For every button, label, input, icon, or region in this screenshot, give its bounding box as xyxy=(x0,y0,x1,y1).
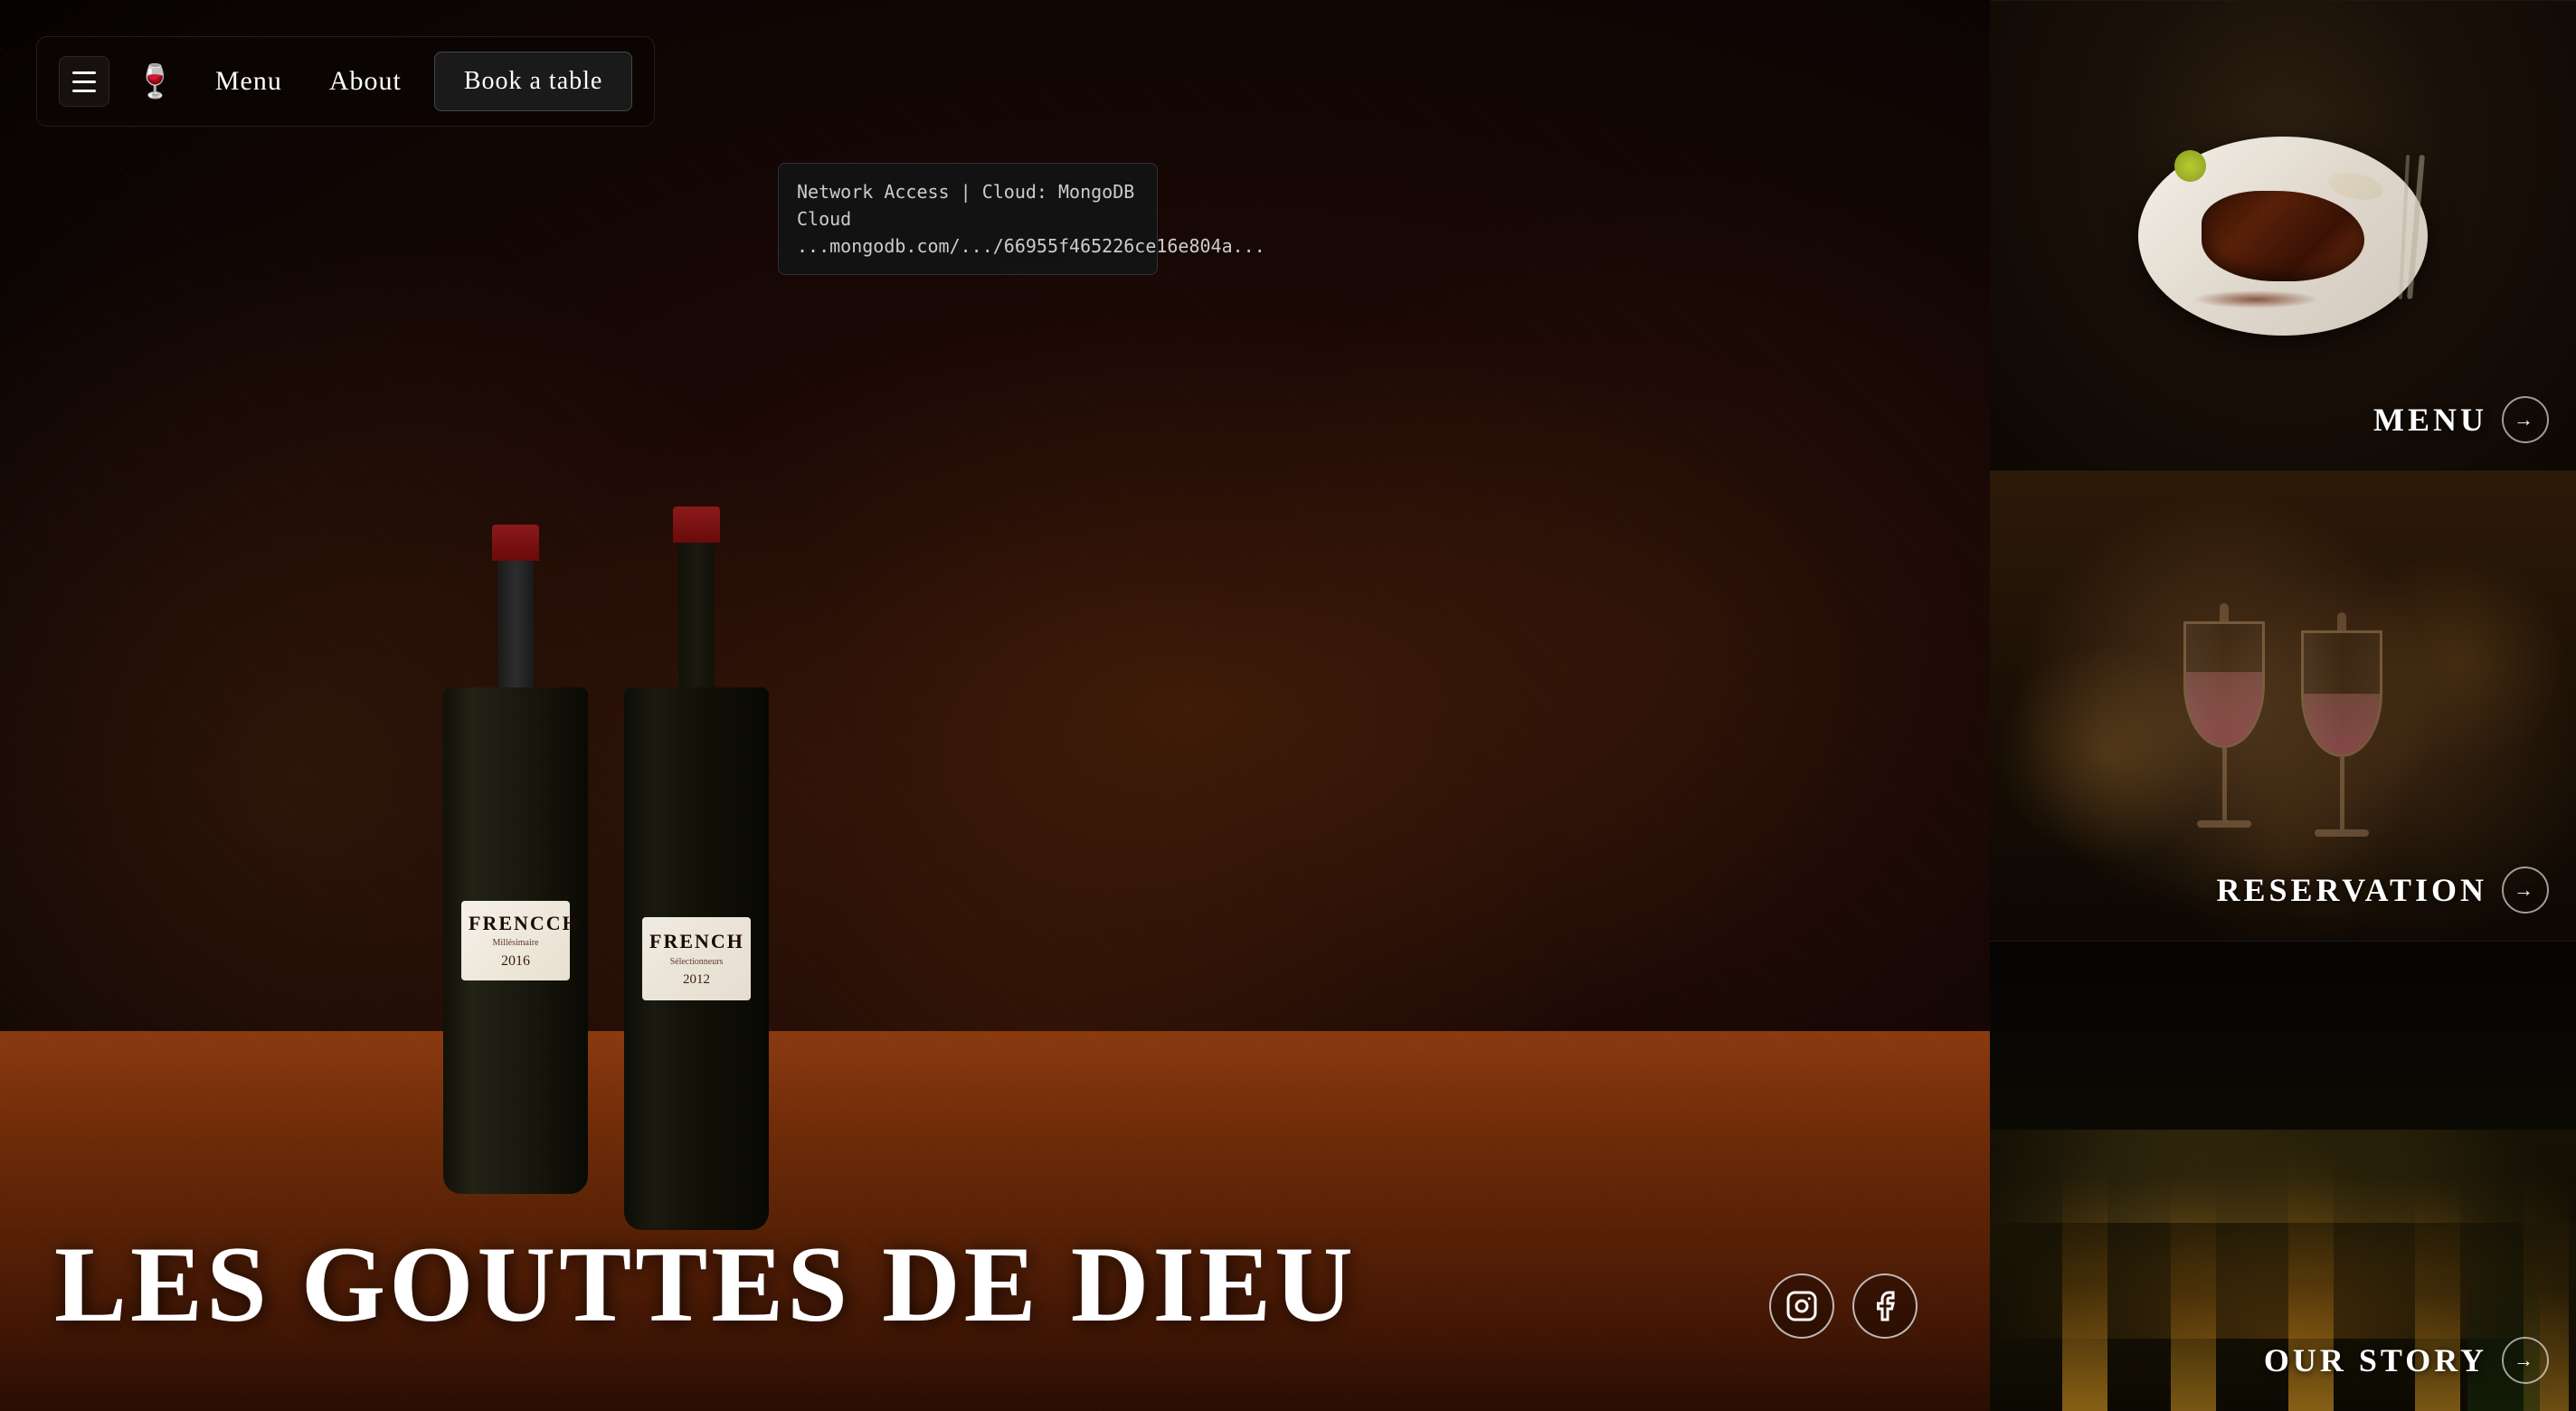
bottle-cap-right xyxy=(673,507,720,543)
bottle-left-year: 2016 xyxy=(469,953,563,970)
bottle-left-brand: FRENCCH xyxy=(469,912,563,935)
bottle-neck-left xyxy=(497,561,534,687)
story-card[interactable]: OUR STORY → xyxy=(1990,941,2576,1411)
tooltip-line1: Network Access | Cloud: MongoDB Cloud xyxy=(797,178,1139,232)
glass-bowl-1 xyxy=(2183,621,2265,748)
plate xyxy=(2138,137,2428,336)
food-item xyxy=(2202,191,2364,281)
reservation-arrow-button[interactable]: → xyxy=(2502,866,2549,914)
lime xyxy=(2174,150,2206,182)
bottle-right-year: 2012 xyxy=(649,972,743,988)
bottle-cap-left xyxy=(492,525,539,561)
facebook-icon[interactable] xyxy=(1852,1274,1918,1339)
bottle-label-left: FRENCCH Millésimaire 2016 xyxy=(461,901,570,980)
menu-arrow-icon: → xyxy=(2514,408,2537,431)
story-label-text: OUR STORY xyxy=(2264,1341,2487,1379)
right-panel: MENU → xyxy=(1990,0,2576,1411)
plant-silhouette xyxy=(2467,1230,2540,1411)
garnish xyxy=(2328,173,2382,200)
wine-bottle-left: FRENCCH Millésimaire 2016 xyxy=(434,525,597,1230)
bottle-body-left: FRENCCH Millésimaire 2016 xyxy=(443,687,588,1194)
wine-glass-1 xyxy=(2183,603,2265,828)
glass-bowl-2 xyxy=(2301,630,2382,757)
story-card-label[interactable]: OUR STORY → xyxy=(2264,1337,2549,1384)
hamburger-line-3 xyxy=(72,90,96,92)
bottle-right-brand: FRENCH xyxy=(649,930,743,953)
bottle-label-right: FRENCH Sélectionneurs 2012 xyxy=(642,917,751,999)
reservation-label-text: RESERVATION xyxy=(2217,871,2487,909)
reservation-card-label[interactable]: RESERVATION → xyxy=(2217,866,2549,914)
menu-card[interactable]: MENU → xyxy=(1990,0,2576,470)
bottle-right-sub: Sélectionneurs xyxy=(649,957,743,967)
bottle-body-right: FRENCH Sélectionneurs 2012 xyxy=(624,687,769,1230)
mongodb-tooltip: Network Access | Cloud: MongoDB Cloud ..… xyxy=(778,163,1158,275)
hero-title: LES GOUTTES DE DIEU xyxy=(54,1230,1357,1339)
bottle-left-sub: Millésimaire xyxy=(469,938,563,948)
glass-stem-1 xyxy=(2222,748,2227,820)
hamburger-line-1 xyxy=(72,71,96,74)
table-surface xyxy=(0,1031,1990,1411)
about-nav-link[interactable]: About xyxy=(315,59,416,104)
hamburger-line-2 xyxy=(72,80,96,83)
glass-base-2 xyxy=(2315,829,2369,837)
wine-glass-2 xyxy=(2301,612,2382,837)
plate-container xyxy=(2111,118,2455,354)
fork-suggestion xyxy=(2407,155,2425,299)
menu-card-label[interactable]: MENU → xyxy=(2373,396,2549,443)
reservation-card[interactable]: RESERVATION → xyxy=(1990,470,2576,941)
logo-wine-icon: 🍷 xyxy=(135,62,175,100)
glass-rim-2 xyxy=(2337,612,2346,630)
story-arrow-icon: → xyxy=(2514,1349,2537,1372)
menu-nav-link[interactable]: Menu xyxy=(201,59,297,104)
menu-arrow-button[interactable]: → xyxy=(2502,396,2549,443)
book-table-button[interactable]: Book a table xyxy=(434,52,633,111)
glass-stem-2 xyxy=(2340,757,2344,829)
menu-label-text: MENU xyxy=(2373,401,2487,439)
social-icons-container xyxy=(1769,1274,1918,1339)
story-arrow-button[interactable]: → xyxy=(2502,1337,2549,1384)
instagram-icon[interactable] xyxy=(1769,1274,1834,1339)
bottle-neck-right xyxy=(678,543,715,687)
glass-base-1 xyxy=(2197,820,2251,828)
hero-section: FRENCCH Millésimaire 2016 FRENCH Sélecti… xyxy=(0,0,1990,1411)
reservation-arrow-icon: → xyxy=(2514,878,2537,902)
wine-bottle-right: FRENCH Sélectionneurs 2012 xyxy=(615,507,778,1248)
navbar: 🍷 Menu About Book a table xyxy=(36,36,655,127)
sauce xyxy=(2192,290,2319,308)
glass-rim-1 xyxy=(2220,603,2229,621)
tooltip-line2: ...mongodb.com/.../66955f465226ce16e804a… xyxy=(797,232,1139,260)
hamburger-button[interactable] xyxy=(59,56,109,107)
